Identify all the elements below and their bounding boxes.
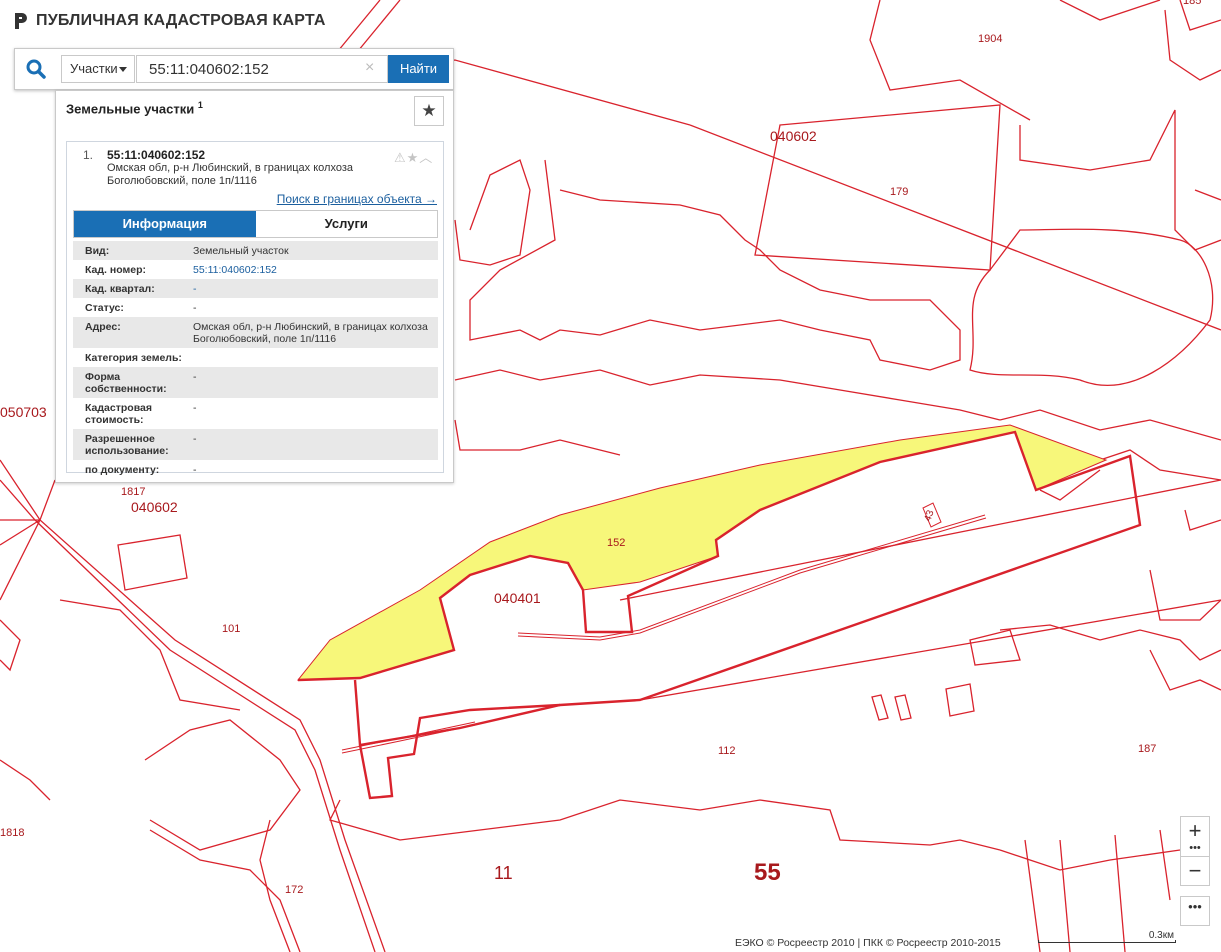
more-tools-button[interactable]: •••	[1180, 896, 1210, 926]
map-label-172: 172	[285, 884, 303, 896]
map-attribution: ЕЭКО © Росреестр 2010 | ПКК © Росреестр …	[733, 937, 1003, 949]
tab-services[interactable]: Услуги	[255, 211, 437, 237]
info-value: -	[193, 433, 197, 445]
info-table: Вид: Земельный участок Кад. номер: 55:11:0…	[73, 241, 438, 479]
panel-title: Земельные участки 1	[66, 100, 203, 116]
result-action-icons[interactable]: ⚠★︿	[394, 147, 433, 166]
info-row: Форма собственности: -	[73, 367, 438, 398]
info-row: Кад. номер: 55:11:040602:152	[73, 260, 438, 279]
info-key: Статус:	[85, 302, 124, 314]
info-value: Земельный участок	[193, 245, 289, 257]
map-label-152: 152	[607, 537, 625, 549]
logo-icon	[15, 13, 27, 29]
info-key: Разрешенное использование:	[85, 433, 169, 457]
search-icon[interactable]	[24, 57, 48, 81]
info-key: Кад. номер:	[85, 264, 147, 276]
info-key: Адрес:	[85, 321, 121, 333]
info-value: -	[193, 371, 197, 383]
result-address: Омская обл, р-н Любинский, в границах ко…	[107, 162, 353, 187]
app-title: ПУБЛИЧНАЯ КАДАСТРОВАЯ КАРТА	[36, 12, 326, 29]
info-row: Категория земель:	[73, 348, 438, 367]
map-label-101: 101	[222, 623, 240, 635]
info-key: Форма собственности:	[85, 371, 167, 395]
scale-bar: 0.3км	[1038, 930, 1178, 944]
info-row: Кадастровая стоимость: -	[73, 398, 438, 429]
map-label-region-55: 55	[754, 859, 781, 886]
chevron-down-icon	[119, 67, 127, 72]
search-submit-button[interactable]: Найти	[388, 55, 449, 83]
info-value: -	[193, 302, 197, 314]
search-type-select[interactable]: Участки	[61, 55, 135, 83]
map-label-1904: 1904	[978, 33, 1002, 45]
search-type-label: Участки	[70, 61, 118, 76]
map-label-1818: 1818	[0, 827, 24, 839]
info-row: Вид: Земельный участок	[73, 241, 438, 260]
scale-label: 0.3км	[1148, 930, 1174, 941]
info-key: Кадастровая стоимость:	[85, 402, 152, 426]
info-value: -	[193, 464, 197, 476]
panel-title-text: Земельные участки	[66, 101, 195, 117]
cad-quarter-link[interactable]: -	[193, 279, 438, 298]
search-within-object-link[interactable]: Поиск в границах объекта →	[277, 192, 437, 206]
results-panel: Земельные участки 1 ★ 1. 55:11:040602:15…	[55, 90, 454, 483]
map-label-block-040401: 040401	[494, 590, 541, 606]
info-row: Статус: -	[73, 298, 438, 317]
map-label-112: 112	[718, 745, 736, 757]
result-tabs: Информация Услуги	[73, 210, 438, 238]
favorites-button[interactable]: ★	[414, 96, 444, 126]
map-label-179: 179	[890, 186, 908, 198]
map-label-block-040602-top: 040602	[770, 128, 817, 144]
map-label-187: 187	[1138, 743, 1156, 755]
info-key: по документу:	[85, 464, 160, 476]
map-label-block-050703: 050703	[0, 404, 47, 420]
result-index: 1.	[83, 148, 94, 162]
map-label-43: 43	[922, 508, 936, 523]
map-label-block-040602-left: 040602	[131, 499, 178, 515]
map-label-1817: 1817	[121, 486, 145, 498]
info-value: -	[193, 402, 197, 414]
results-count: 1	[197, 100, 203, 110]
tab-information[interactable]: Информация	[74, 211, 256, 237]
result-card[interactable]: 1. 55:11:040602:152 Омская обл, р-н Люби…	[66, 141, 444, 476]
clear-icon[interactable]: ×	[365, 60, 374, 76]
info-row: по документу: -	[73, 460, 438, 479]
info-key: Вид:	[85, 245, 110, 257]
search-input[interactable]	[136, 55, 388, 83]
info-row: Кад. квартал: -	[73, 279, 438, 298]
info-row: Адрес: Омская обл, р-н Любинский, в грани…	[73, 317, 438, 348]
result-cad-number: 55:11:040602:152	[107, 148, 206, 162]
star-icon: ★	[421, 101, 437, 120]
info-value: Омская обл, р-н Любинский, в границах ко…	[193, 321, 428, 345]
zoom-out-button[interactable]: −	[1180, 856, 1210, 886]
info-row: Разрешенное использование: -	[73, 429, 438, 460]
map-label-district-11: 11	[494, 863, 513, 883]
info-key: Категория земель:	[85, 352, 182, 364]
info-key: Кад. квартал:	[85, 283, 155, 295]
map-label-185: 185	[1183, 0, 1201, 7]
cad-number-link[interactable]: 55:11:040602:152	[193, 260, 438, 279]
app-header: ПУБЛИЧНАЯ КАДАСТРОВАЯ КАРТА	[14, 12, 326, 30]
info-value	[193, 348, 438, 367]
search-bar: Участки × Найти	[14, 48, 454, 90]
